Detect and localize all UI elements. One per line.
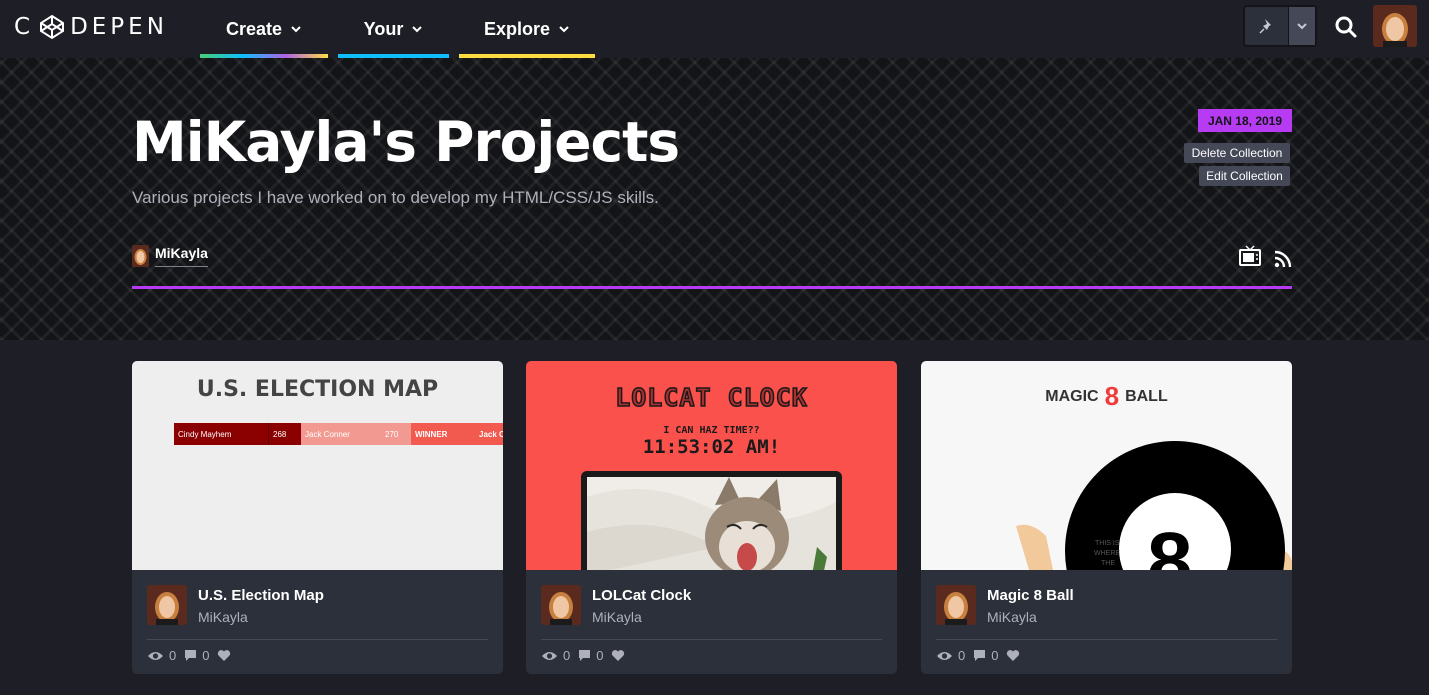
pen-preview[interactable]: MAGIC 8 BALL THIS IS WHERE THE 8 <box>921 361 1292 570</box>
page-title: MiKayla's Projects <box>132 110 680 174</box>
nav-create-label: Create <box>225 18 283 39</box>
pen-title[interactable]: Magic 8 Ball <box>987 587 1074 604</box>
ball-text-1: THIS IS <box>1095 540 1120 547</box>
pen-title[interactable]: LOLCat Clock <box>592 587 691 604</box>
top-nav: C DEPEN Create Your Explore <box>0 0 1429 58</box>
collection-header: MiKayla's Projects Various projects I ha… <box>0 58 1429 340</box>
like-button[interactable] <box>611 649 625 662</box>
comment-icon <box>579 650 591 661</box>
meta-divider <box>936 639 1277 640</box>
nav-your[interactable]: Your <box>338 0 449 58</box>
owner-avatar <box>132 245 149 267</box>
pen-author[interactable]: MiKayla <box>987 609 1037 625</box>
preview-time: 11:53:02 AM! <box>642 436 781 458</box>
author-avatar[interactable] <box>147 585 187 625</box>
bar-votes-2: 270 <box>381 423 411 445</box>
eye-icon <box>148 651 163 660</box>
pin-icon <box>1258 19 1271 34</box>
nav-explore[interactable]: Explore <box>459 0 595 58</box>
bar-candidate-2: Jack Conner <box>301 423 381 445</box>
election-results-bar: Cindy Mayhem 268 Jack Conner 270 WINNER … <box>174 423 503 445</box>
pen-author[interactable]: MiKayla <box>198 609 248 625</box>
ball-text-2: WHERE <box>1094 550 1120 557</box>
eye-icon <box>542 651 557 660</box>
pen-preview[interactable]: U.S. ELECTION MAP Cindy Mayhem 268 Jack … <box>132 361 503 570</box>
bar-winner-name: Jack Co <box>475 423 503 445</box>
user-avatar[interactable] <box>1373 5 1417 47</box>
heart-icon <box>1007 650 1020 661</box>
preview-heading: U.S. ELECTION MAP <box>196 377 439 402</box>
eye-icon <box>937 651 952 660</box>
magic-8-ball: THIS IS WHERE THE 8 <box>1016 441 1292 570</box>
comments-stat[interactable]: 0 <box>578 648 603 663</box>
ball-text-3: THE <box>1101 560 1115 567</box>
views-count: 0 <box>563 648 571 663</box>
comments-stat[interactable]: 0 <box>184 648 209 663</box>
collection-owner[interactable]: MiKayla <box>132 245 208 267</box>
preview-subheading: I CAN HAZ TIME?? <box>663 425 760 436</box>
author-avatar[interactable] <box>541 585 581 625</box>
comments-count: 0 <box>596 648 604 663</box>
views-count: 0 <box>958 648 966 663</box>
pin-toggle[interactable] <box>1245 7 1289 45</box>
rss-icon[interactable] <box>1273 249 1293 269</box>
pen-author[interactable]: MiKayla <box>592 609 642 625</box>
presentation-tv-icon[interactable] <box>1238 244 1262 268</box>
meta-divider <box>541 639 882 640</box>
codepen-logo[interactable]: C DEPEN <box>14 12 168 42</box>
header-divider <box>132 286 1292 289</box>
pen-stats: 0 0 <box>541 648 625 663</box>
delete-collection-button[interactable]: Delete Collection <box>1184 143 1290 163</box>
bar-candidate-1: Cindy Mayhem <box>174 423 268 445</box>
owner-name: MiKayla <box>155 245 208 267</box>
nav-create[interactable]: Create <box>200 0 328 58</box>
search-icon[interactable] <box>1333 14 1359 40</box>
preview-heading: LOLCAT CLOCK <box>614 382 808 413</box>
like-button[interactable] <box>217 649 231 662</box>
comment-icon <box>185 650 197 661</box>
codepen-cube-icon <box>40 14 65 40</box>
comment-icon <box>974 650 986 661</box>
chevron-down-icon <box>559 26 569 33</box>
chevron-down-icon <box>291 26 301 33</box>
bar-votes-1: 268 <box>268 423 301 445</box>
cat-photo-frame <box>581 471 842 570</box>
comments-stat[interactable]: 0 <box>973 648 998 663</box>
pen-stats: 0 0 <box>147 648 231 663</box>
nav-your-label: Your <box>363 18 404 39</box>
edit-collection-button[interactable]: Edit Collection <box>1199 166 1290 186</box>
heart-icon <box>612 650 625 661</box>
ball-number: 8 <box>1147 516 1193 570</box>
logo-text: DEPEN <box>70 14 168 40</box>
pen-preview[interactable]: LOLCAT CLOCK I CAN HAZ TIME?? 11:53:02 A… <box>526 361 897 570</box>
meta-divider <box>147 639 488 640</box>
views-stat: 0 <box>541 648 570 663</box>
like-button[interactable] <box>1006 649 1020 662</box>
pin-dropdown[interactable] <box>1289 7 1315 45</box>
views-stat: 0 <box>936 648 965 663</box>
pen-card[interactable]: LOLCAT CLOCK I CAN HAZ TIME?? 11:53:02 A… <box>526 361 897 674</box>
chevron-down-icon <box>1297 23 1307 30</box>
logo-prefix: C <box>14 14 35 40</box>
nav-explore-label: Explore <box>483 18 551 39</box>
chevron-down-icon <box>412 26 423 33</box>
pen-card[interactable]: U.S. ELECTION MAP Cindy Mayhem 268 Jack … <box>132 361 503 674</box>
cat-photo <box>587 477 836 570</box>
pen-stats: 0 0 <box>936 648 1020 663</box>
date-badge: JAN 18, 2019 <box>1198 109 1292 132</box>
pen-title[interactable]: U.S. Election Map <box>198 587 324 604</box>
views-stat: 0 <box>147 648 176 663</box>
pins-button[interactable] <box>1243 5 1317 47</box>
pen-card[interactable]: MAGIC 8 BALL THIS IS WHERE THE 8 Magic 8… <box>921 361 1292 674</box>
bar-winner: WINNER <box>411 423 475 445</box>
comments-count: 0 <box>202 648 210 663</box>
views-count: 0 <box>169 648 177 663</box>
comments-count: 0 <box>991 648 999 663</box>
heart-icon <box>218 650 231 661</box>
collection-description: Various projects I have worked on to dev… <box>132 188 659 207</box>
author-avatar[interactable] <box>936 585 976 625</box>
